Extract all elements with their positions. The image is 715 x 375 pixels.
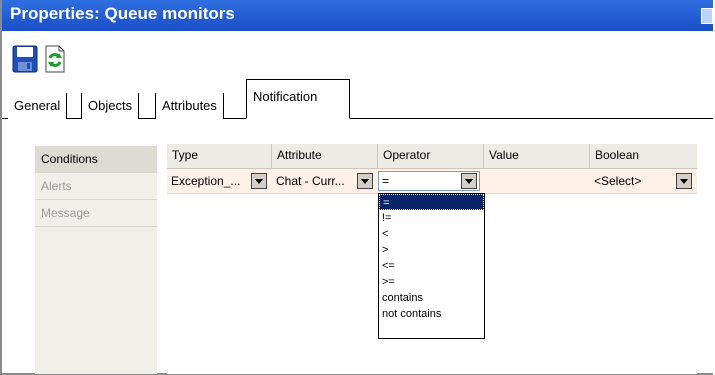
attribute-value: Chat - Curr... — [276, 174, 345, 188]
tab-strip: General Objects Attributes Notification — [2, 79, 713, 119]
column-header-operator[interactable]: Operator — [378, 144, 484, 168]
operator-value: = — [382, 174, 390, 188]
refresh-button[interactable] — [44, 45, 66, 73]
operator-option-not-contains[interactable]: not contains — [379, 306, 484, 322]
window-title: Properties: Queue monitors — [10, 4, 235, 23]
operator-option-contains[interactable]: contains — [379, 290, 484, 306]
boolean-dropdown-button[interactable] — [676, 173, 692, 189]
nav-item-alerts[interactable]: Alerts — [35, 173, 157, 200]
nav-item-message[interactable]: Message — [35, 200, 157, 227]
nav-item-conditions[interactable]: Conditions — [35, 146, 157, 173]
tab-general[interactable]: General — [8, 93, 68, 119]
operator-option-greater-than[interactable]: > — [379, 242, 484, 258]
grid-header: Type Attribute Operator Value Boolean — [167, 144, 697, 169]
value-field[interactable] — [484, 171, 590, 191]
attribute-dropdown-button[interactable] — [357, 173, 373, 189]
tab-notification[interactable]: Notification — [246, 79, 350, 119]
operator-dropdown-list: = != < > <= >= contains not contains — [378, 193, 485, 339]
operator-option-equals[interactable]: = — [379, 194, 484, 210]
refresh-icon — [45, 45, 65, 73]
operator-option-greater-or-equal[interactable]: >= — [379, 274, 484, 290]
window-control-button[interactable] — [701, 8, 713, 24]
save-icon — [12, 45, 38, 73]
notification-sections-panel: Conditions Alerts Message — [35, 146, 157, 374]
operator-option-less-or-equal[interactable]: <= — [379, 258, 484, 274]
column-header-type[interactable]: Type — [167, 144, 272, 168]
boolean-value: <Select> — [594, 174, 642, 188]
tab-attributes[interactable]: Attributes — [155, 93, 224, 119]
attribute-select[interactable]: Chat - Curr... — [272, 171, 378, 191]
properties-window: Properties: Queue monitors General Objec… — [0, 0, 713, 375]
title-bar: Properties: Queue monitors — [2, 0, 713, 31]
operator-option-not-equals[interactable]: != — [379, 210, 484, 226]
column-header-attribute[interactable]: Attribute — [272, 144, 378, 168]
tab-objects[interactable]: Objects — [81, 93, 140, 119]
operator-dropdown-button[interactable] — [461, 173, 477, 189]
column-header-boolean[interactable]: Boolean — [590, 144, 697, 168]
type-dropdown-button[interactable] — [251, 173, 267, 189]
type-select[interactable]: Exception_... — [167, 171, 272, 191]
condition-row: Exception_... Chat - Curr... = <Select> — [167, 169, 697, 194]
boolean-select[interactable]: <Select> — [590, 171, 697, 191]
operator-option-less-than[interactable]: < — [379, 226, 484, 242]
save-button[interactable] — [12, 45, 38, 73]
operator-select[interactable]: = — [378, 171, 480, 191]
column-header-value[interactable]: Value — [484, 144, 590, 168]
type-value: Exception_... — [171, 174, 241, 188]
